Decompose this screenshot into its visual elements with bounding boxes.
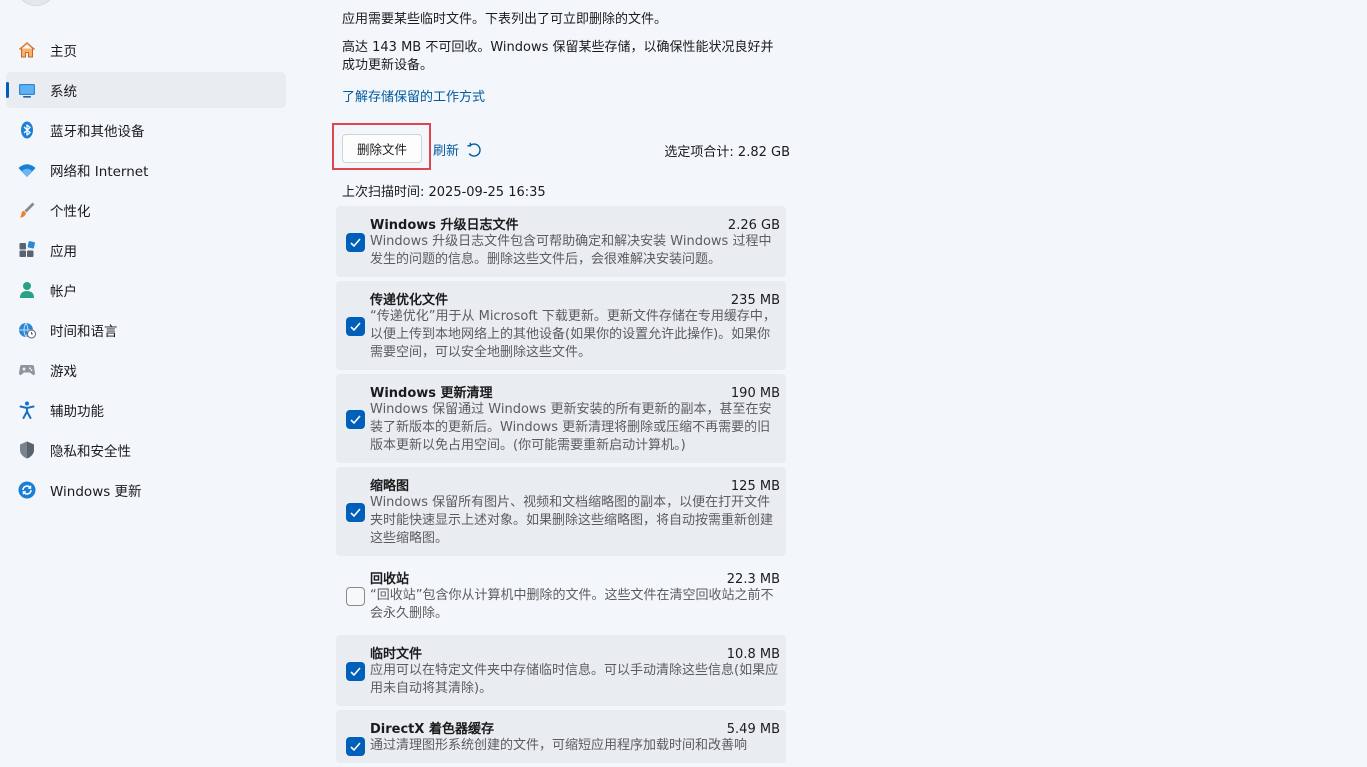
checkbox-checked[interactable] [346, 317, 365, 336]
sidebar-item-label: 主页 [50, 44, 77, 60]
checkmark-icon [350, 742, 361, 752]
home-icon [16, 39, 38, 61]
checkbox-checked[interactable] [346, 233, 365, 252]
file-title: Windows 升级日志文件 [370, 218, 519, 233]
file-size: 235 MB [730, 293, 780, 308]
file-row[interactable]: Windows 升级日志文件 2.26 GB Windows 升级日志文件包含可… [336, 206, 786, 277]
file-list: Windows 升级日志文件 2.26 GB Windows 升级日志文件包含可… [336, 206, 786, 767]
file-title: 缩略图 [370, 479, 410, 494]
file-row[interactable]: Windows 更新清理 190 MB Windows 保留通过 Windows… [336, 374, 786, 463]
file-size: 125 MB [730, 479, 780, 494]
file-description: 通过清理图形系统创建的文件，可缩短应用程序加载时间和改善响 [370, 738, 748, 753]
file-row[interactable]: 传递优化文件 235 MB “传递优化”用于从 Microsoft 下载更新。更… [336, 281, 786, 370]
file-title: 传递优化文件 [370, 293, 449, 308]
bluetooth-icon [16, 119, 38, 141]
sidebar-item-label: 隐私和安全性 [50, 444, 131, 460]
paintbrush-icon [16, 199, 38, 221]
sidebar-item-system[interactable]: 系统 [6, 72, 286, 108]
sidebar-item-label: 个性化 [50, 204, 91, 220]
sidebar-item-personalization[interactable]: 个性化 [6, 192, 286, 228]
storage-reserve-text: 高达 143 MB 不可回收。Windows 保留某些存储，以确保性能状况良好并… [342, 40, 774, 73]
sidebar-item-accessibility[interactable]: 辅助功能 [6, 392, 286, 428]
sidebar-item-label: 辅助功能 [50, 404, 104, 420]
wifi-icon [16, 159, 38, 181]
file-description: “回收站”包含你从计算机中删除的文件。这些文件在清空回收站之前不会永久删除。 [370, 588, 774, 621]
sidebar-item-label: 系统 [50, 84, 77, 100]
intro-text: 应用需要某些临时文件。下表列出了可立即删除的文件。 [342, 12, 668, 27]
sidebar-item-home[interactable]: 主页 [6, 32, 286, 68]
sidebar-item-label: 帐户 [50, 284, 77, 300]
checkmark-icon [350, 508, 361, 518]
sidebar-item-label: 时间和语言 [50, 324, 118, 340]
sidebar-item-label: 应用 [50, 244, 77, 260]
sidebar-item-accounts[interactable]: 帐户 [6, 272, 286, 308]
file-title: 回收站 [370, 572, 410, 587]
file-size: 190 MB [730, 386, 780, 401]
refresh-button[interactable]: 刷新 [433, 140, 483, 159]
file-row[interactable]: 缩略图 125 MB Windows 保留所有图片、视频和文档缩略图的副本，以便… [336, 467, 786, 556]
system-display-icon [16, 79, 38, 101]
checkmark-icon [350, 322, 361, 332]
refresh-label: 刷新 [433, 144, 460, 159]
gamepad-icon [16, 359, 38, 381]
account-icon [16, 279, 38, 301]
checkbox-unchecked[interactable] [346, 587, 365, 606]
globe-clock-icon [16, 319, 38, 341]
accessibility-icon [16, 399, 38, 421]
checkbox-checked[interactable] [346, 662, 365, 681]
sidebar-item-network[interactable]: 网络和 Internet [6, 152, 286, 188]
windows-update-icon [16, 479, 38, 501]
checkmark-icon [350, 415, 361, 425]
delete-files-button[interactable]: 删除文件 [342, 134, 422, 163]
sidebar-item-label: 游戏 [50, 364, 77, 380]
file-row[interactable]: 临时文件 10.8 MB 应用可以在特定文件夹中存储临时信息。可以手动清除这些信… [336, 635, 786, 706]
file-size: 22.3 MB [726, 572, 780, 587]
checkbox-checked[interactable] [346, 503, 365, 522]
sidebar-item-gaming[interactable]: 游戏 [6, 352, 286, 388]
checkbox-checked[interactable] [346, 410, 365, 429]
file-size: 2.26 GB [727, 218, 780, 233]
checkmark-icon [350, 238, 361, 248]
sidebar-item-bluetooth[interactable]: 蓝牙和其他设备 [6, 112, 286, 148]
file-size: 10.8 MB [726, 647, 780, 662]
file-row[interactable]: 回收站 22.3 MB “回收站”包含你从计算机中删除的文件。这些文件在清空回收… [336, 560, 786, 631]
file-title: 临时文件 [370, 647, 423, 662]
sidebar-item-privacy[interactable]: 隐私和安全性 [6, 432, 286, 468]
file-description: 应用可以在特定文件夹中存储临时信息。可以手动清除这些信息(如果应用未自动将其清除… [370, 663, 779, 696]
shield-icon [16, 439, 38, 461]
file-description: Windows 保留通过 Windows 更新安装的所有更新的副本，甚至在安装了… [370, 402, 772, 453]
file-size: 5.49 MB [726, 722, 780, 737]
sidebar-item-label: 蓝牙和其他设备 [50, 124, 145, 140]
avatar[interactable] [16, 0, 56, 6]
file-title: Windows 更新清理 [370, 386, 493, 401]
refresh-icon [467, 142, 481, 157]
sidebar-item-time-language[interactable]: 时间和语言 [6, 312, 286, 348]
file-description: “传递优化”用于从 Microsoft 下载更新。更新文件存储在专用缓存中，以便… [370, 309, 776, 360]
file-description: Windows 保留所有图片、视频和文档缩略图的副本，以便在打开文件夹时能快速显… [370, 495, 774, 546]
apps-icon [16, 239, 38, 261]
sidebar-item-windows-update[interactable]: Windows 更新 [6, 472, 286, 508]
sidebar-item-label: 网络和 Internet [50, 164, 149, 180]
sidebar-item-label: Windows 更新 [50, 484, 142, 500]
file-title: DirectX 着色器缓存 [370, 722, 494, 737]
file-row[interactable]: DirectX 着色器缓存 5.49 MB 通过清理图形系统创建的文件，可缩短应… [336, 710, 786, 763]
sidebar-item-apps[interactable]: 应用 [6, 232, 286, 268]
checkbox-checked[interactable] [346, 737, 365, 756]
checkmark-icon [350, 667, 361, 677]
sidebar-nav: 主页 系统 蓝牙和其他设备 网络和 Internet 个性化 应用 帐户 时间和… [6, 32, 286, 512]
learn-storage-reserve-link[interactable]: 了解存储保留的工作方式 [342, 86, 485, 105]
selected-total: 选定项合计: 2.82 GB [664, 145, 790, 160]
file-description: Windows 升级日志文件包含可帮助确定和解决安装 Windows 过程中发生… [370, 234, 772, 267]
last-scan-time: 上次扫描时间: 2025-09-25 16:35 [342, 185, 546, 200]
